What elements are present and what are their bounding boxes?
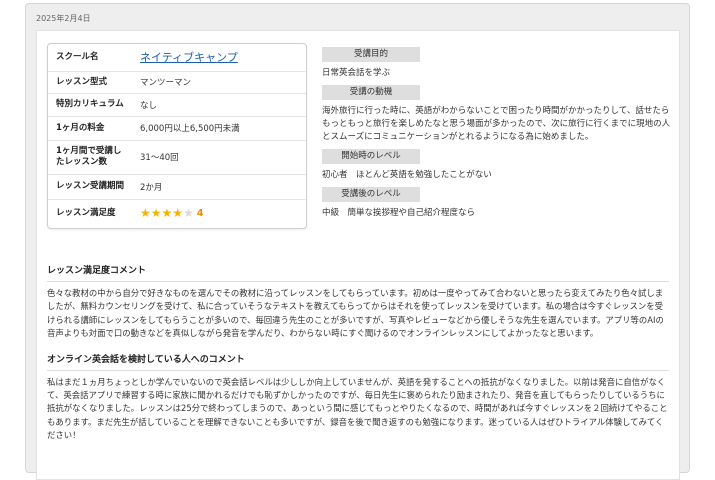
info-value: 31～40回 (140, 153, 179, 163)
info-label: スクール名 (56, 51, 99, 62)
review-content: スクール名 ネイティブキャンプ レッスン型式 マンツーマン 特別カリキュラム な… (36, 30, 680, 480)
rating-stars: ★ ★ ★ ★ ★ 4 (140, 207, 203, 219)
info-label: レッスン受講期間 (56, 181, 125, 191)
review-card: 2025年2月4日 スクール名 ネイティブキャンプ レッスン型式 マンツーマン … (25, 3, 690, 480)
info-value: 2か月 (140, 182, 163, 193)
info-label: 1ヶ月の料金 (56, 122, 105, 133)
start-level-heading: 開始時のレベル (322, 149, 420, 164)
info-row-curriculum: 特別カリキュラム なし (48, 93, 306, 116)
info-value: なし (140, 100, 158, 111)
star-icon: ★ (172, 206, 184, 221)
info-label: 1ヶ月間で受講したレッスン数 (56, 146, 122, 167)
motive-text: 海外旅行に行った時に、英語がわからないことで困ったり時間がかかったりして、話せた… (322, 106, 671, 142)
satisfaction-comment-text: 色々な教材の中から自分で好きなものを選んでその教材に沿ってレッスンをしてもらって… (47, 288, 664, 339)
info-label: 特別カリキュラム (56, 99, 124, 109)
after-level-text: 中級 簡単な挨拶程や自己紹介程度なら (322, 208, 476, 218)
satisfaction-comment-title: レッスン満足度コメント (47, 263, 669, 282)
info-label: レッスン型式 (56, 76, 108, 87)
info-row-period: レッスン受講期間 2か月 (48, 174, 306, 199)
info-value: 6,000円以上6,500円未満 (140, 124, 240, 134)
consider-comment-title: オンライン英会話を検討している人へのコメント (47, 352, 669, 371)
consider-comment-text: 私はまだ１ヵ月ちょっとしか学んでいないので英会話レベルは少ししか向上していません… (47, 376, 668, 441)
info-row-fee: 1ヶ月の料金 6,000円以上6,500円未満 (48, 116, 306, 140)
review-date: 2025年2月4日 (36, 14, 91, 23)
start-level-text: 初心者 ほとんど英語を勉強したことがない (322, 170, 492, 180)
rating-value: 4 (196, 207, 204, 219)
star-icon: ★ (150, 206, 162, 221)
motive-heading: 受講の動機 (322, 85, 420, 100)
after-level-heading: 受講後のレベル (322, 187, 420, 202)
info-row-satisfaction: レッスン満足度 ★ ★ ★ ★ ★ 4 (48, 199, 306, 228)
info-label: レッスン満足度 (56, 208, 116, 219)
info-value: マンツーマン (140, 78, 192, 88)
star-icon: ★ (140, 206, 151, 221)
star-icon: ★ (161, 206, 173, 221)
purpose-text: 日常英会話を学ぶ (322, 68, 391, 78)
school-name-link[interactable]: ネイティブキャンプ (140, 51, 238, 64)
info-row-lessons: 1ヶ月間で受講したレッスン数 31～40回 (48, 140, 306, 174)
school-info-table: スクール名 ネイティブキャンプ レッスン型式 マンツーマン 特別カリキュラム な… (47, 43, 307, 229)
comments-section: レッスン満足度コメント 色々な教材の中から自分で好きなものを選んでその教材に沿っ… (47, 263, 669, 454)
star-empty-icon: ★ (183, 206, 194, 221)
purpose-heading: 受講目的 (322, 47, 420, 62)
review-details: 受講目的 日常英会話を学ぶ 受講の動機 海外旅行に行った時に、英語がわからないこ… (322, 47, 672, 225)
info-row-school: スクール名 ネイティブキャンプ (48, 44, 306, 71)
info-row-lesson-type: レッスン型式 マンツーマン (48, 71, 306, 93)
